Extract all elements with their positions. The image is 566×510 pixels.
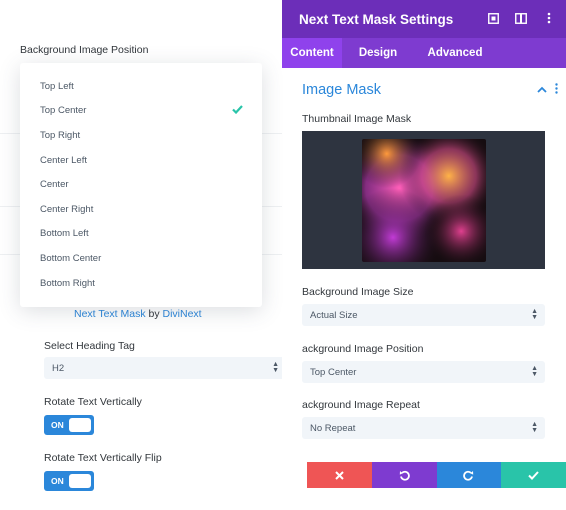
heading-tag-value: H2 (52, 362, 65, 374)
image-upload-preview[interactable] (302, 131, 545, 269)
dropdown-option[interactable]: Top Left (20, 74, 262, 99)
dropdown-option-label: Center Right (40, 203, 94, 215)
toggle-on-text: ON (51, 420, 64, 430)
dropdown-option[interactable]: Top Center (20, 99, 262, 124)
tab-advanced[interactable]: Advanced (414, 38, 496, 68)
smoke-thumbnail-image (361, 138, 486, 262)
module-name-link[interactable]: Next Text Mask (74, 308, 146, 320)
close-icon (335, 470, 344, 480)
discard-button[interactable] (307, 462, 372, 488)
bg-repeat-value: No Repeat (310, 422, 356, 434)
dropdown-option-label: Top Right (40, 129, 81, 141)
select-arrows-icon: ▲ ▼ (531, 308, 538, 321)
chevron-up-icon[interactable] (537, 82, 547, 97)
bg-position-value: Top Center (310, 366, 357, 378)
panel-title: Next Text Mask Settings (299, 11, 454, 27)
select-arrows-icon: ▲ ▼ (531, 365, 538, 378)
select-arrows-icon: ▲ ▼ (531, 421, 538, 434)
dropdown-option[interactable]: Center (20, 172, 262, 197)
panel-footer (307, 462, 566, 488)
heading-tag-label: Select Heading Tag (44, 340, 135, 352)
rotate-flip-label: Rotate Text Vertically Flip (44, 452, 162, 464)
dropdown-option[interactable]: Bottom Center (20, 246, 262, 271)
bg-position-label: ackground Image Position (302, 343, 424, 355)
position-dropdown-menu: Top Left Top Center Top Right Center Left Ce… (20, 63, 262, 307)
dropdown-option-label: Bottom Center (40, 252, 102, 264)
bg-size-select[interactable]: Actual Size ▲ ▼ (302, 304, 545, 326)
section-title: Image Mask (302, 82, 381, 98)
check-icon (528, 470, 539, 480)
rotate-text-label: Rotate Text Vertically (44, 396, 142, 408)
dropdown-option[interactable]: Bottom Left (20, 222, 262, 247)
dropdown-option-label: Top Left (40, 80, 74, 92)
background-position-label: Background Image Position (20, 44, 149, 56)
bg-repeat-label: ackground Image Repeat (302, 399, 420, 411)
toggle-knob (69, 474, 91, 488)
thumbnail-label: Thumbnail Image Mask (302, 113, 412, 125)
save-button[interactable] (501, 462, 566, 488)
panel-header: Next Text Mask Settings (282, 0, 566, 38)
fullscreen-icon[interactable] (486, 10, 500, 26)
dropdown-option-label: Center Left (40, 154, 87, 166)
undo-button[interactable] (371, 462, 437, 488)
dropdown-option-label: Center (40, 179, 69, 191)
select-arrows-icon: ▲ ▼ (272, 361, 279, 374)
split-view-icon[interactable] (514, 10, 528, 26)
header-icons (486, 10, 556, 26)
rotate-text-toggle[interactable]: ON (44, 415, 94, 435)
image-mask-section-header[interactable]: Image Mask (302, 80, 560, 100)
undo-icon (399, 470, 410, 481)
panel-tabs: Content Design Advanced (282, 38, 566, 68)
dropdown-option[interactable]: Center Left (20, 148, 262, 173)
dropdown-option-label: Bottom Left (40, 228, 89, 240)
bg-size-label: Background Image Size (302, 286, 414, 298)
dropdown-option-label: Top Center (40, 105, 87, 117)
toggle-on-text: ON (51, 476, 64, 486)
section-more-icon[interactable] (555, 82, 558, 97)
module-credit: Next Text Mask by DiviNext (74, 308, 202, 320)
dropdown-option[interactable]: Center Right (20, 197, 262, 222)
rotate-flip-toggle[interactable]: ON (44, 471, 94, 491)
stage: Background Image Position Next Text Mask… (0, 0, 566, 510)
dropdown-option[interactable]: Top Right (20, 123, 262, 148)
bg-position-select[interactable]: Top Center ▲ ▼ (302, 361, 545, 383)
selected-check-icon (232, 104, 243, 114)
bg-size-value: Actual Size (310, 309, 358, 321)
author-link[interactable]: DiviNext (163, 308, 202, 320)
more-options-icon[interactable] (542, 10, 556, 26)
section-tools (537, 82, 558, 97)
tab-content[interactable]: Content (282, 38, 342, 68)
toggle-knob (69, 418, 91, 432)
tab-design[interactable]: Design (342, 38, 414, 68)
heading-tag-select[interactable]: H2 ▲ ▼ (44, 357, 286, 379)
dropdown-option-label: Bottom Right (40, 277, 95, 289)
dropdown-option[interactable]: Bottom Right (20, 271, 262, 296)
redo-button[interactable] (436, 462, 502, 488)
bg-repeat-select[interactable]: No Repeat ▲ ▼ (302, 417, 545, 439)
redo-icon (463, 470, 474, 481)
credit-by-text: by (148, 308, 160, 320)
